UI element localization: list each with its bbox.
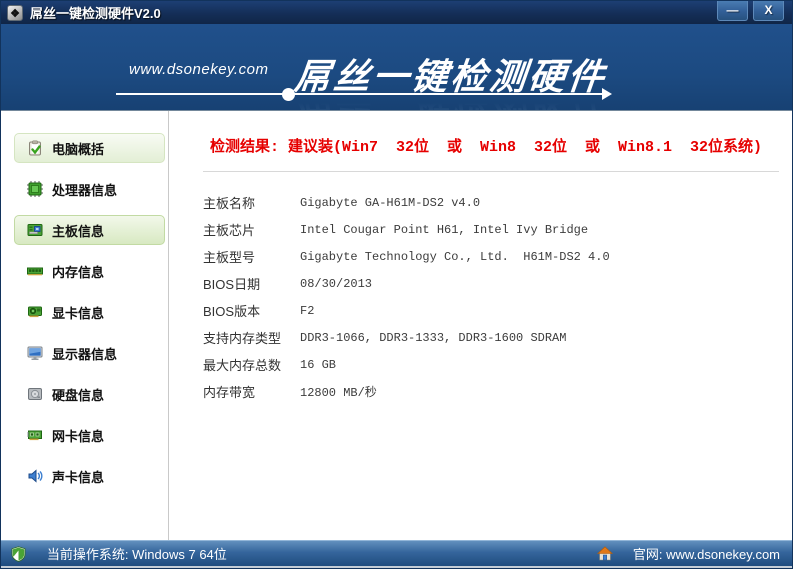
detection-result: 检测结果: 建议装(Win7 32位 或 Win8 32位 或 Win8.1 3… <box>203 135 780 156</box>
home-icon <box>597 516 626 569</box>
cpu-icon <box>27 181 43 197</box>
row-value: Intel Cougar Point H61, Intel Ivy Bridge <box>300 223 588 237</box>
monitor-icon <box>27 345 43 361</box>
table-row: BIOS日期08/30/2013 <box>203 270 780 297</box>
current-os-status: 当前操作系统: Windows 7 64位 <box>11 516 227 569</box>
row-label: 内存带宽 <box>203 382 300 401</box>
sidebar-item-label: 显示器信息 <box>52 344 117 363</box>
body: 电脑概括 处理器信息 主板信息 内存信息 <box>1 111 792 540</box>
speaker-icon <box>27 468 43 484</box>
sidebar-item-cpu[interactable]: 处理器信息 <box>14 174 165 204</box>
official-site-label: 官网: www.dsonekey.com <box>633 544 780 563</box>
banner: www.dsonekey.com 屌丝一键检测硬件 屌丝一键检测硬件 <box>1 24 792 111</box>
row-value: Gigabyte GA-H61M-DS2 v4.0 <box>300 196 480 210</box>
banner-url: www.dsonekey.com <box>129 61 268 78</box>
row-value: Gigabyte Technology Co., Ltd. H61M-DS2 4… <box>300 250 610 264</box>
main-content: 检测结果: 建议装(Win7 32位 或 Win8 32位 或 Win8.1 3… <box>169 111 792 540</box>
sidebar-item-harddisk[interactable]: 硬盘信息 <box>14 379 165 409</box>
app-window: ❖ 屌丝一键检测硬件V2.0 — X www.dsonekey.com 屌丝一键… <box>0 0 793 569</box>
sidebar-item-label: 处理器信息 <box>52 180 117 199</box>
table-row: 主板名称Gigabyte GA-H61M-DS2 v4.0 <box>203 189 780 216</box>
nic-icon <box>27 427 43 443</box>
table-row: 主板芯片Intel Cougar Point H61, Intel Ivy Br… <box>203 216 780 243</box>
sidebar-item-motherboard[interactable]: 主板信息 <box>14 215 165 245</box>
row-label: 主板型号 <box>203 247 300 266</box>
close-button[interactable]: X <box>753 1 784 21</box>
ram-icon <box>27 263 43 279</box>
hdd-icon <box>27 386 43 402</box>
row-label: 主板芯片 <box>203 220 300 239</box>
current-os-label: 当前操作系统: Windows 7 64位 <box>47 544 227 563</box>
info-table: 主板名称Gigabyte GA-H61M-DS2 v4.0 主板芯片Intel … <box>203 189 780 405</box>
sidebar-item-label: 网卡信息 <box>52 426 104 445</box>
row-value: 16 GB <box>300 358 336 372</box>
sidebar-item-sound[interactable]: 声卡信息 <box>14 461 165 491</box>
sidebar-item-network[interactable]: 网卡信息 <box>14 420 165 450</box>
row-label: 支持内存类型 <box>203 328 300 347</box>
statusbar: 当前操作系统: Windows 7 64位 官网: www.dsonekey.c… <box>1 540 792 566</box>
table-row: 支持内存类型DDR3-1066, DDR3-1333, DDR3-1600 SD… <box>203 324 780 351</box>
row-value: F2 <box>300 304 314 318</box>
sidebar-item-label: 硬盘信息 <box>52 385 104 404</box>
window-bottom-edge <box>1 566 792 568</box>
row-label: BIOS版本 <box>203 301 300 320</box>
gpu-icon <box>27 304 43 320</box>
window-title: 屌丝一键检测硬件V2.0 <box>30 3 161 22</box>
sidebar-item-label: 显卡信息 <box>52 303 104 322</box>
sidebar-item-label: 声卡信息 <box>52 467 104 486</box>
motherboard-icon <box>27 222 43 238</box>
sidebar: 电脑概括 处理器信息 主板信息 内存信息 <box>1 111 169 540</box>
row-label: 最大内存总数 <box>203 355 300 374</box>
sidebar-item-computer-overview[interactable]: 电脑概括 <box>14 133 165 163</box>
row-value: 08/30/2013 <box>300 277 372 291</box>
sidebar-item-memory[interactable]: 内存信息 <box>14 256 165 286</box>
sidebar-item-label: 内存信息 <box>52 262 104 281</box>
clipboard-check-icon <box>27 140 43 156</box>
sidebar-item-label: 主板信息 <box>52 221 104 240</box>
shield-icon <box>11 516 40 569</box>
table-row: 最大内存总数16 GB <box>203 351 780 378</box>
window-controls: — X <box>717 1 784 21</box>
row-label: BIOS日期 <box>203 274 300 293</box>
minimize-button[interactable]: — <box>717 1 748 21</box>
row-value: 12800 MB/秒 <box>300 383 377 400</box>
row-label: 主板名称 <box>203 193 300 212</box>
table-row: BIOS版本F2 <box>203 297 780 324</box>
result-divider <box>203 171 779 172</box>
sidebar-item-monitor[interactable]: 显示器信息 <box>14 338 165 368</box>
row-value: DDR3-1066, DDR3-1333, DDR3-1600 SDRAM <box>300 331 566 345</box>
official-site-link[interactable]: 官网: www.dsonekey.com <box>597 516 780 569</box>
titlebar: ❖ 屌丝一键检测硬件V2.0 — X <box>1 1 792 24</box>
table-row: 内存带宽12800 MB/秒 <box>203 378 780 405</box>
sidebar-item-label: 电脑概括 <box>52 139 104 158</box>
sidebar-item-gpu[interactable]: 显卡信息 <box>14 297 165 327</box>
banner-brand-reflection: 屌丝一键检测硬件 <box>292 92 609 111</box>
app-logo-icon: ❖ <box>7 5 23 21</box>
table-row: 主板型号Gigabyte Technology Co., Ltd. H61M-D… <box>203 243 780 270</box>
